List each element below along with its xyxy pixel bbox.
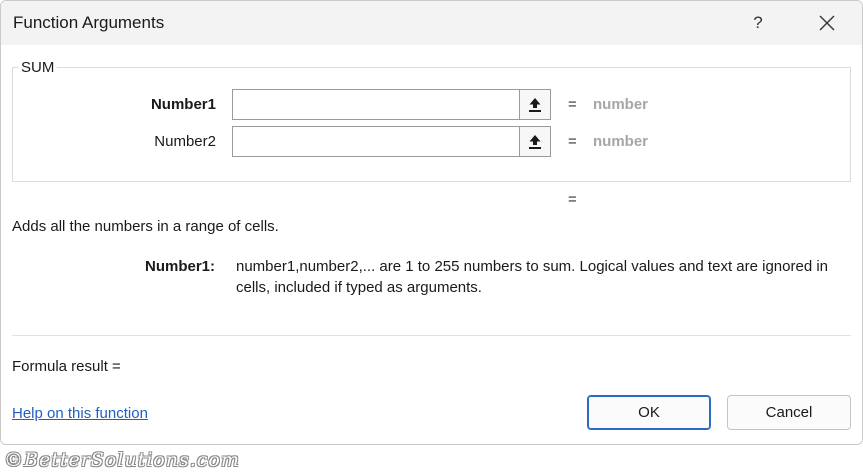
dialog-title: Function Arguments [13,13,165,32]
number2-result: number [593,133,649,150]
title-bar: Function Arguments ? [1,1,862,45]
function-description: Adds all the numbers in a range of cells… [12,218,279,235]
collapse-dialog-arrow-icon [529,98,541,112]
number1-result: number [593,96,649,113]
number1-label: Number1 [150,96,216,113]
cancel-button[interactable]: Cancel [727,395,851,430]
argument-help-label: Number1: [145,258,216,275]
formula-result: Formula result = [12,358,121,375]
argument-help-text: number1,number2,... are 1 to 255 numbers… [236,258,829,296]
number1-input[interactable] [232,89,520,120]
help-on-function-link[interactable]: Help on this function [12,405,148,422]
close-icon [819,15,835,31]
watermark: ©BetterSolutions.com [4,449,240,471]
function-result-equals: = [568,191,577,208]
ok-button[interactable]: OK [587,395,711,430]
collapse-dialog-arrow-icon [529,135,541,149]
number1-ref-button[interactable] [519,89,551,120]
help-button[interactable]: ? [741,5,775,41]
function-argument-group [12,67,851,182]
number2-label: Number2 [154,133,216,150]
divider [12,335,851,336]
dialog-body: SUM Number1 = number Number2 = number = … [1,45,862,444]
close-button[interactable] [809,5,845,41]
function-arguments-dialog: Function Arguments ? SUM Number1 = numbe… [0,0,863,445]
function-name-legend: SUM [18,59,58,76]
number2-equals: = [568,133,577,150]
number2-input[interactable] [232,126,520,157]
number2-ref-button[interactable] [519,126,551,157]
number1-equals: = [568,96,577,113]
